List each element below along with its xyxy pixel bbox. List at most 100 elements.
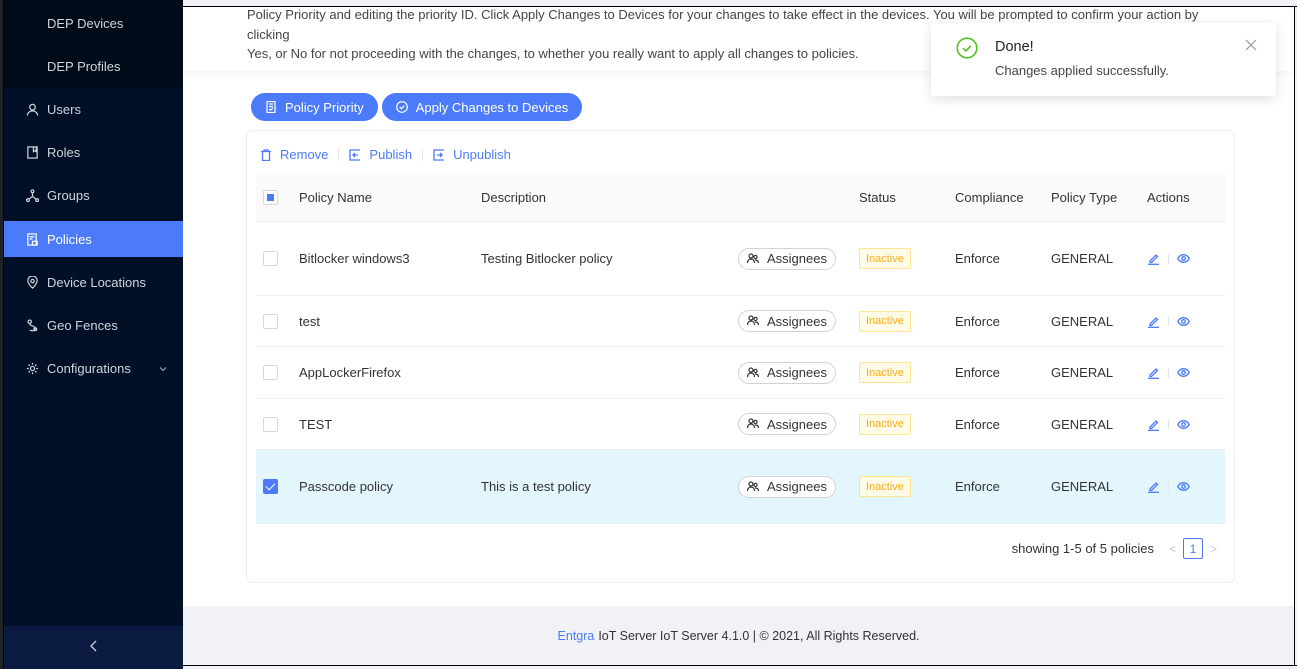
sidebar-item-groups[interactable]: Groups — [4, 177, 184, 213]
policy-name: AppLockerFirefox — [299, 365, 401, 380]
sidebar-item-label: DEP Profiles — [47, 58, 121, 74]
column-header-policy-type[interactable]: Policy Type — [1051, 173, 1117, 221]
button-label: Policy Priority — [285, 99, 364, 115]
sidebar-item-device-locations[interactable]: Device Locations — [4, 264, 184, 300]
eye-icon[interactable] — [1177, 366, 1190, 379]
table-row[interactable]: test Assignees Inactive Enforce GENERAL — [256, 296, 1225, 347]
sidebar-item-dep-profiles[interactable]: DEP Profiles — [4, 48, 184, 84]
policy-priority-icon — [266, 101, 276, 113]
policy-priority-button[interactable]: Policy Priority — [251, 93, 378, 121]
action-divider — [1168, 419, 1169, 429]
edit-icon[interactable] — [1147, 252, 1160, 265]
button-label: Assignees — [767, 251, 827, 266]
notification-message: Changes applied successfully. — [995, 63, 1169, 78]
location-icon — [24, 274, 40, 290]
eye-icon[interactable] — [1177, 480, 1190, 493]
sidebar-item-geo-fences[interactable]: Geo Fences — [4, 307, 184, 343]
sidebar-collapse-button[interactable] — [4, 626, 184, 669]
select-all-checkbox[interactable] — [263, 189, 278, 205]
edit-icon[interactable] — [1147, 480, 1160, 493]
pagination: showing 1-5 of 5 policies < 1 > — [1012, 538, 1224, 559]
row-checkbox[interactable] — [263, 416, 278, 432]
sidebar-item-roles[interactable]: Roles — [4, 134, 184, 170]
sidebar-item-dep-devices[interactable]: DEP Devices — [4, 5, 184, 41]
row-checkbox[interactable] — [263, 251, 278, 266]
sidebar: DEP Devices DEP Profiles Users Roles Gro… — [3, 0, 184, 669]
button-label: Assignees — [767, 479, 827, 494]
sidebar-item-label: Device Locations — [47, 274, 146, 290]
team-icon — [747, 418, 759, 429]
assignees-button[interactable]: Assignees — [738, 361, 836, 384]
eye-icon[interactable] — [1177, 418, 1190, 431]
gear-icon — [24, 360, 40, 376]
row-checkbox[interactable] — [263, 365, 278, 380]
policy-icon — [24, 231, 40, 247]
success-notification: Done! Changes applied successfully. — [931, 23, 1276, 96]
window-border — [183, 665, 1297, 666]
sidebar-item-label: Configurations — [47, 360, 131, 376]
policies-table: Policy Name Description Status Complianc… — [256, 173, 1225, 524]
publish-button[interactable]: Publish — [349, 147, 412, 162]
unpublish-icon — [433, 148, 445, 161]
status-badge: Inactive — [859, 248, 911, 269]
entgra-link[interactable]: Entgra — [557, 629, 594, 643]
page-1-button[interactable]: 1 — [1182, 538, 1203, 559]
status-badge: Inactive — [859, 413, 911, 435]
notification-title: Done! — [995, 39, 1034, 55]
column-header-policy-name[interactable]: Policy Name — [299, 173, 372, 221]
row-checkbox[interactable] — [263, 479, 278, 494]
policies-table-card: Remove Publish Unpublish Policy Name Des — [246, 130, 1235, 583]
action-divider — [1168, 316, 1169, 326]
compliance-value: Enforce — [955, 251, 1000, 266]
button-label: Unpublish — [453, 147, 511, 162]
book-icon — [24, 144, 40, 160]
footer: Entgra IoT Server IoT Server 4.1.0 | © 2… — [183, 606, 1294, 665]
edit-icon[interactable] — [1147, 366, 1160, 379]
team-icon — [747, 252, 759, 263]
window-border — [1294, 6, 1295, 666]
sidebar-item-label: Policies — [47, 231, 92, 247]
sidebar-item-label: Groups — [47, 187, 90, 203]
status-badge: Inactive — [859, 362, 911, 383]
eye-icon[interactable] — [1177, 252, 1190, 265]
table-row[interactable]: AppLockerFirefox Assignees Inactive Enforce… — [256, 347, 1225, 399]
unpublish-button[interactable]: Unpublish — [433, 147, 511, 162]
button-label: Assignees — [767, 416, 827, 432]
edit-icon[interactable] — [1147, 418, 1160, 431]
assignees-button[interactable]: Assignees — [738, 475, 836, 498]
toolbar-divider — [338, 148, 340, 161]
column-header-description[interactable]: Description — [481, 173, 546, 221]
table-row[interactable]: TEST Assignees Inactive Enforce GENERAL — [256, 399, 1225, 450]
row-checkbox[interactable] — [263, 313, 278, 329]
assignees-button[interactable]: Assignees — [738, 310, 836, 332]
policy-name: TEST — [299, 416, 333, 432]
prev-page-button[interactable]: < — [1169, 542, 1176, 556]
sidebar-item-policies[interactable]: Policies — [4, 221, 184, 257]
policy-type-value: GENERAL — [1051, 416, 1114, 432]
apply-changes-button[interactable]: Apply Changes to Devices — [381, 93, 583, 121]
policy-name: Bitlocker windows3 — [299, 251, 410, 266]
status-badge: Inactive — [859, 310, 911, 332]
eye-icon[interactable] — [1177, 315, 1190, 328]
column-header-status[interactable]: Status — [859, 173, 896, 221]
toolbar-divider — [422, 148, 424, 161]
remove-button[interactable]: Remove — [260, 147, 328, 162]
sidebar-item-label: DEP Devices — [47, 15, 124, 31]
compliance-value: Enforce — [955, 365, 1000, 380]
sidebar-item-configurations[interactable]: Configurations — [4, 350, 184, 386]
close-icon[interactable] — [1245, 39, 1257, 51]
table-row[interactable]: Bitlocker windows3 Testing Bitlocker poli… — [256, 222, 1225, 296]
next-page-button[interactable]: > — [1210, 542, 1217, 556]
table-row[interactable]: Passcode policy This is a test policy Assi… — [256, 450, 1225, 524]
check-circle-icon — [395, 101, 408, 113]
assignees-button[interactable]: Assignees — [738, 413, 836, 435]
sidebar-item-label: Roles — [47, 144, 81, 160]
sidebar-item-users[interactable]: Users — [4, 91, 184, 127]
button-label: Publish — [369, 147, 413, 162]
geo-fence-icon — [24, 317, 40, 333]
window-border — [183, 6, 1297, 7]
assignees-button[interactable]: Assignees — [738, 247, 836, 270]
publish-icon — [349, 148, 361, 161]
edit-icon[interactable] — [1147, 315, 1160, 328]
column-header-compliance[interactable]: Compliance — [955, 173, 1024, 221]
